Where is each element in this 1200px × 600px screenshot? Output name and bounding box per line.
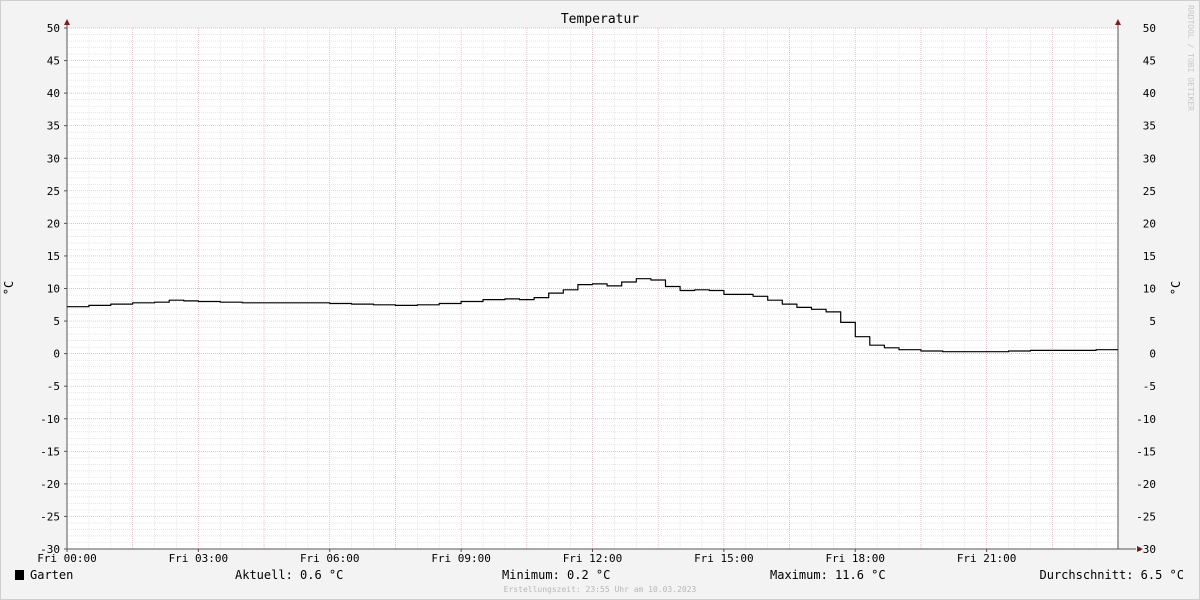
x-tick-label: Fri 09:00 [431, 552, 491, 565]
y-ticks-left: 50454035302520151050-5-10-15-20-25-30 [40, 22, 67, 556]
y-tick-label-right: 25 [1143, 185, 1156, 198]
legend-swatch [15, 570, 24, 580]
y-tick-label-right: 5 [1149, 315, 1156, 328]
legend-maximum: Maximum: 11.6 °C [770, 568, 886, 582]
y-tick-label-left: -5 [47, 380, 60, 393]
x-tick-label: Fri 03:00 [169, 552, 229, 565]
y-tick-label-left: 10 [47, 283, 60, 296]
y-tick-label-left: 15 [47, 250, 60, 263]
y-tick-label-left: 20 [47, 217, 60, 230]
y-tick-label-left: -25 [40, 510, 60, 523]
y-tick-label-right: -5 [1143, 380, 1156, 393]
y-tick-label-right: -10 [1136, 413, 1156, 426]
y-tick-label-right: 15 [1143, 250, 1156, 263]
legend-series-name: Garten [30, 568, 73, 582]
y-tick-label-right: 20 [1143, 217, 1156, 230]
y-tick-label-left: 25 [47, 185, 60, 198]
y-tick-label-left: -10 [40, 413, 60, 426]
legend-minimum: Minimum: 0.2 °C [502, 568, 610, 582]
y-tick-label-right: 50 [1143, 22, 1156, 35]
x-tick-label: Fri 00:00 [37, 552, 97, 565]
y-tick-label-left: -15 [40, 445, 60, 458]
footer-timestamp: Erstellungszeit: 23:55 Uhr am 10.03.2023 [504, 585, 697, 594]
y-tick-label-left: 0 [53, 348, 60, 361]
y-tick-label-left: 45 [47, 55, 60, 68]
y-tick-label-left: 40 [47, 87, 60, 100]
x-tick-label: Fri 12:00 [563, 552, 623, 565]
y-tick-label-right: 35 [1143, 120, 1156, 133]
y-tick-label-left: -20 [40, 478, 60, 491]
y-tick-label-right: -20 [1136, 478, 1156, 491]
x-tick-label: Fri 18:00 [825, 552, 885, 565]
y-axis-label-left: °C [2, 281, 16, 295]
x-tick-label: Fri 06:00 [300, 552, 360, 565]
watermark: RRDTOOL / TOBI OETIKER [1186, 5, 1195, 111]
y-tick-label-right: 30 [1143, 152, 1156, 165]
y-tick-label-left: 35 [47, 120, 60, 133]
y-tick-label-right: -30 [1136, 543, 1156, 556]
y-axis-arrow-left [64, 19, 70, 25]
temperature-chart: 50454035302520151050-5-10-15-20-25-30 50… [2, 5, 1195, 594]
y-tick-label-right: -25 [1136, 510, 1156, 523]
legend-aktuell: Aktuell: 0.6 °C [235, 568, 343, 582]
y-tick-label-left: 5 [53, 315, 60, 328]
legend-durchschnitt: Durchschnitt: 6.5 °C [1040, 568, 1185, 582]
y-tick-label-right: 45 [1143, 55, 1156, 68]
y-tick-label-right: 10 [1143, 283, 1156, 296]
y-axis-arrow-right [1115, 19, 1121, 25]
y-tick-label-right: 40 [1143, 87, 1156, 100]
y-tick-label-left: 50 [47, 22, 60, 35]
y-tick-label-right: -15 [1136, 445, 1156, 458]
x-tick-label: Fri 15:00 [694, 552, 754, 565]
x-ticks: Fri 00:00 Fri 03:00 Fri 06:00 Fri 09:00 Fri … [37, 549, 1016, 565]
y-tick-label-left: 30 [47, 152, 60, 165]
x-tick-label: Fri 21:00 [957, 552, 1017, 565]
chart-title: Temperatur [561, 12, 639, 27]
y-axis-label-right: °C [1169, 281, 1183, 295]
y-tick-label-right: 0 [1149, 348, 1156, 361]
y-ticks-right: 50454035302520151050-5-10-15-20-25-30 [1136, 22, 1156, 556]
